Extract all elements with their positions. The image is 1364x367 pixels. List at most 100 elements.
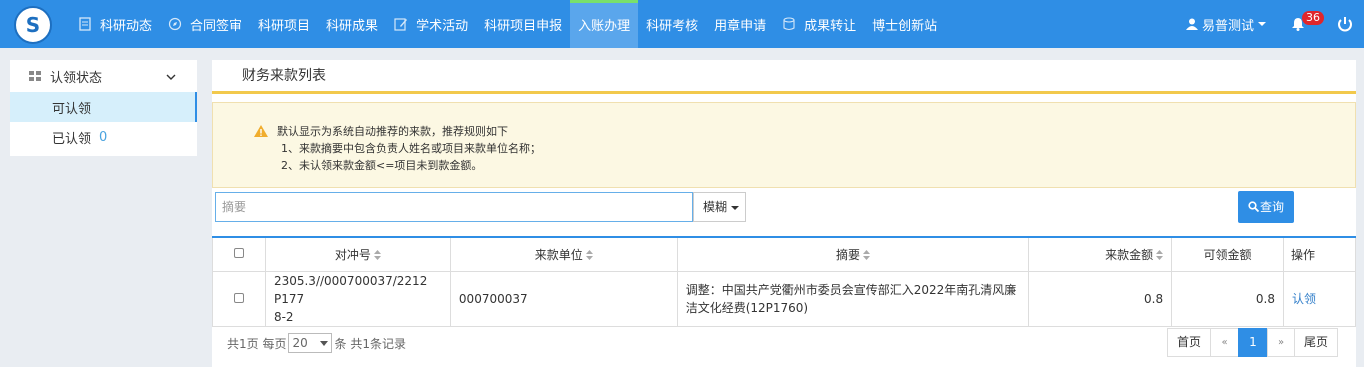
- power-icon[interactable]: [1336, 15, 1354, 33]
- column-header-amount[interactable]: 来款金额: [1028, 236, 1173, 272]
- table-header-row: 对冲号 来款单位 摘要 来款金额 可领金额 操作: [212, 236, 1356, 272]
- nav-label: 入账办理: [578, 18, 631, 34]
- per-page-value: 20: [292, 336, 308, 350]
- sidebar-item-count: 0: [99, 129, 108, 145]
- summary-search-input[interactable]: [215, 192, 693, 222]
- total-pages-text: 共1页: [227, 336, 259, 351]
- nav-item-project-application[interactable]: 科研项目申报: [476, 0, 570, 48]
- sidebar-group-label: 认领状态: [50, 70, 103, 86]
- pagination-info: 共1页 每页 20 条 共1条记录: [227, 332, 406, 354]
- compass-icon: [168, 17, 182, 31]
- sidebar-item-claimable[interactable]: 可认领: [10, 92, 197, 122]
- notice-line: 2、未认领来款金额<=项目未到款金额。: [281, 159, 483, 172]
- chevron-down-icon: [1258, 22, 1267, 26]
- select-all-checkbox[interactable]: [233, 248, 244, 259]
- nav-item-research-results[interactable]: 科研成果: [318, 0, 386, 48]
- warning-icon: [254, 125, 268, 137]
- nav-label: 学术活动: [416, 18, 469, 34]
- pager: 首页 « 1 » 尾页: [1167, 328, 1338, 357]
- top-navbar: 科研动态 合同签审 科研项目 科研成果 学术活动 科研项目申报 入账办理 科研考…: [0, 0, 1364, 48]
- table-row: 2305.3//000700037/2212 P177 8-2 000700037…: [212, 270, 1356, 327]
- next-page-button[interactable]: »: [1267, 328, 1295, 357]
- column-header-summary[interactable]: 摘要: [676, 236, 1030, 272]
- nav-label: 科研成果: [326, 18, 379, 34]
- last-page-button[interactable]: 尾页: [1294, 328, 1338, 357]
- nav-label: 科研项目申报: [484, 18, 563, 34]
- sort-icon: [585, 249, 593, 260]
- first-page-button[interactable]: 首页: [1167, 328, 1211, 357]
- summary-cell: 调整：中国共产党衢州市委员会宣传部汇入2022年南孔清风廉 洁文化经费(12P17…: [676, 270, 1030, 327]
- sidebar-item-claimed[interactable]: 已认领 0: [10, 122, 197, 152]
- nav-item-seal-application[interactable]: 用章申请: [706, 0, 774, 48]
- nav-item-research-news[interactable]: 科研动态: [70, 0, 160, 48]
- nav-label: 科研考核: [646, 18, 699, 34]
- claim-link[interactable]: 认领: [1292, 292, 1316, 306]
- database-icon: [783, 17, 795, 31]
- per-page-prefix: 每页: [262, 336, 287, 351]
- nav-label: 用章申请: [714, 18, 767, 34]
- edit-icon: [394, 18, 408, 31]
- column-header-label: 来款单位: [534, 247, 583, 262]
- nav-item-contract-review[interactable]: 合同签审: [160, 0, 250, 48]
- sidebar-group-header[interactable]: 认领状态: [10, 60, 197, 92]
- page-button-current[interactable]: 1: [1238, 328, 1268, 357]
- claimable-cell: 0.8: [1171, 270, 1284, 327]
- action-cell: 认领: [1283, 270, 1356, 327]
- sidebar: 认领状态 可认领 已认领 0: [10, 60, 197, 156]
- nav-item-academic-activities[interactable]: 学术活动: [386, 0, 476, 48]
- match-mode-dropdown[interactable]: 模糊: [693, 192, 746, 222]
- match-mode-label: 模糊: [703, 200, 728, 214]
- grid-icon: [29, 71, 41, 81]
- notice-box: 默认显示为系统自动推荐的来款，推荐规则如下 1、来款摘要中包含负责人姓名或项目来…: [212, 102, 1356, 188]
- sort-icon: [863, 249, 870, 260]
- sidebar-item-label: 可认领: [52, 101, 92, 117]
- sidebar-item-label: 已认领: [52, 131, 92, 147]
- caret-down-icon: [731, 205, 740, 210]
- amount-cell: 0.8: [1028, 270, 1173, 327]
- query-label: 查询: [1259, 200, 1284, 214]
- logo[interactable]: [14, 6, 52, 44]
- page-title: 财务来款列表: [212, 60, 1356, 94]
- prev-page-button[interactable]: «: [1210, 328, 1239, 357]
- row-select-cell: [212, 270, 266, 327]
- main-nav: 科研动态 合同签审 科研项目 科研成果 学术活动 科研项目申报 入账办理 科研考…: [70, 0, 945, 48]
- chevron-down-icon: [166, 74, 176, 80]
- user-menu[interactable]: 易普测试: [1186, 0, 1267, 48]
- nav-label: 成果转让: [804, 18, 857, 34]
- user-icon: [1186, 18, 1198, 30]
- main-panel: 财务来款列表 默认显示为系统自动推荐的来款，推荐规则如下 1、来款摘要中包含负责…: [212, 60, 1356, 367]
- column-header-label: 来款金额: [1105, 247, 1154, 262]
- nav-label: 科研项目: [258, 18, 311, 34]
- query-button[interactable]: 查询: [1238, 191, 1294, 223]
- column-header-label: 对冲号: [334, 247, 371, 262]
- per-page-select[interactable]: 20: [288, 333, 333, 353]
- column-header-claimable: 可领金额: [1171, 236, 1284, 272]
- column-header-payer[interactable]: 来款单位: [449, 236, 678, 272]
- summary-text: 调整：中国共产党衢州市委员会宣传部汇入2022年南孔清风廉: [685, 282, 1017, 297]
- nav-label: 博士创新站: [872, 18, 938, 34]
- document-icon: [79, 17, 91, 31]
- total-records-text: 共1条记录: [350, 336, 406, 351]
- sort-icon: [1156, 249, 1164, 260]
- notification-badge: 36: [1302, 11, 1324, 25]
- nav-item-result-transfer[interactable]: 成果转让: [774, 0, 864, 48]
- nav-label: 合同签审: [190, 18, 243, 34]
- nav-item-phd-station[interactable]: 博士创新站: [864, 0, 945, 48]
- summary-text: 洁文化经费(12P1760): [685, 300, 809, 315]
- user-name: 易普测试: [1202, 18, 1255, 34]
- ref-text: 2305.3//000700037/2212 P177: [273, 273, 428, 306]
- nav-item-research-assessment[interactable]: 科研考核: [638, 0, 706, 48]
- nav-item-research-projects[interactable]: 科研项目: [250, 0, 318, 48]
- caret-down-icon: [320, 341, 329, 346]
- ref-text: 8-2: [273, 309, 294, 324]
- nav-item-accounting[interactable]: 入账办理: [570, 0, 639, 48]
- search-icon: [1248, 201, 1259, 212]
- per-page-suffix: 条: [334, 336, 347, 351]
- row-checkbox[interactable]: [233, 292, 244, 303]
- ref-cell: 2305.3//000700037/2212 P177 8-2: [264, 270, 451, 327]
- column-header-ref[interactable]: 对冲号: [264, 236, 451, 272]
- column-header-action: 操作: [1283, 236, 1356, 272]
- sort-icon: [373, 249, 381, 260]
- notice-line: 1、来款摘要中包含负责人姓名或项目来款单位名称；: [281, 142, 541, 155]
- column-header-label: 摘要: [835, 247, 860, 262]
